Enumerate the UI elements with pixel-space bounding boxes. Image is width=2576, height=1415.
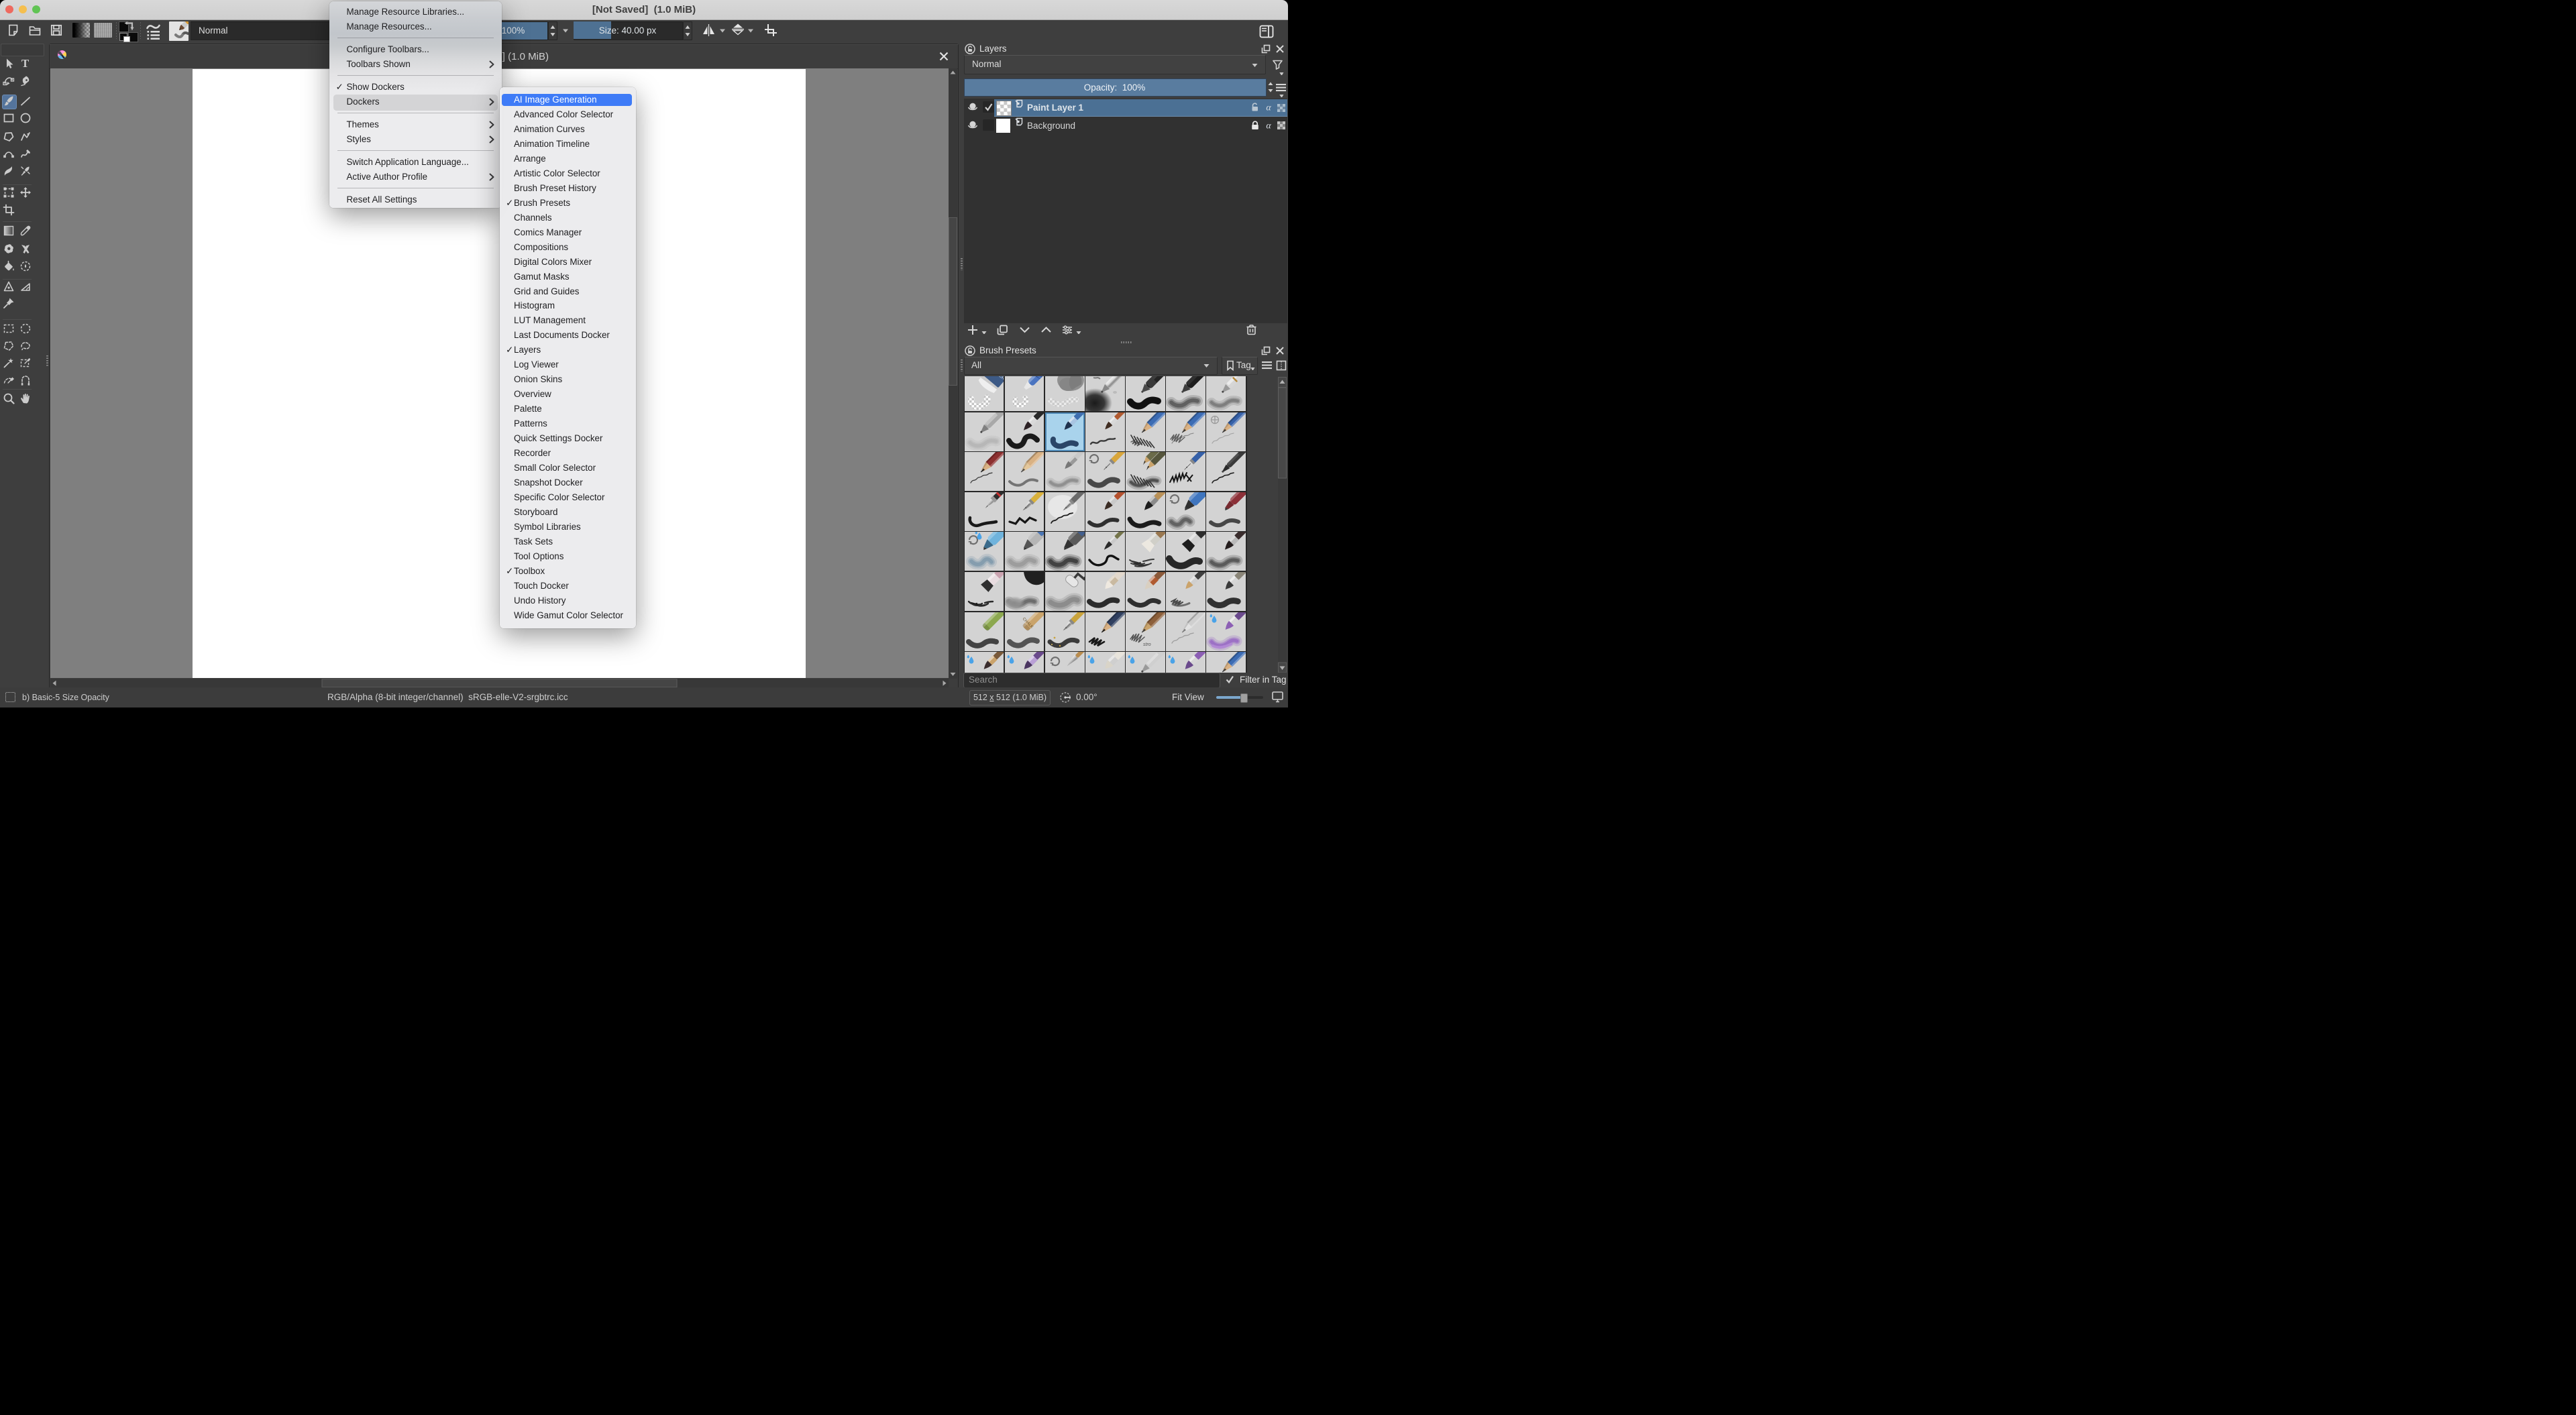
svg-text:α: α (1266, 121, 1271, 130)
svg-text:stro: stro (1143, 642, 1151, 647)
svg-text:α: α (1266, 103, 1271, 113)
svg-text:T: T (21, 58, 30, 70)
